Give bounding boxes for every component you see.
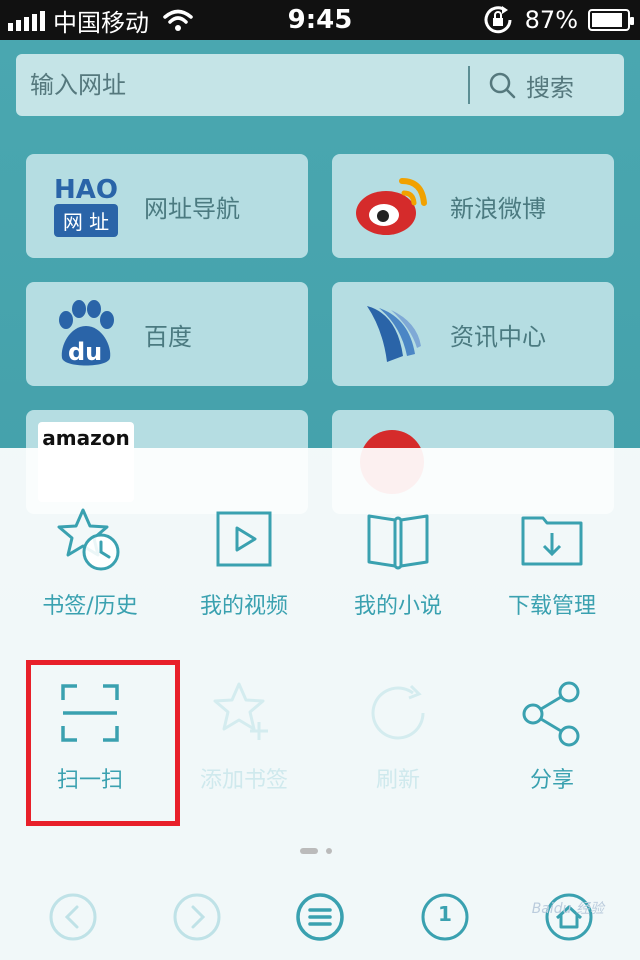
tabs-button[interactable]: 1 <box>420 892 470 942</box>
scan-icon <box>61 684 119 742</box>
video-icon <box>216 511 272 567</box>
menu-item-share[interactable]: 分享 <box>476 666 628 816</box>
refresh-icon <box>371 684 425 740</box>
menu-item-my-novels[interactable]: 我的小说 <box>322 492 474 642</box>
menu-icon[interactable] <box>295 892 345 942</box>
search-icon <box>489 72 516 99</box>
search-label: 搜索 <box>526 73 574 102</box>
rotation-lock-icon <box>484 6 512 34</box>
back-icon[interactable] <box>48 892 98 942</box>
battery-icon <box>588 9 634 31</box>
menu-item-add-bookmark[interactable]: 添加书签 <box>168 666 320 816</box>
tile-label: 新浪微博 <box>450 194 546 223</box>
news-logo-icon <box>344 294 440 374</box>
menu-item-refresh[interactable]: 刷新 <box>322 666 474 816</box>
tile-label: 网址导航 <box>144 194 240 223</box>
book-icon <box>367 514 429 570</box>
menu-item-label: 添加书签 <box>199 768 288 793</box>
bookmark-history-icon <box>57 508 120 571</box>
address-bar: 搜索 <box>16 54 624 116</box>
search-button[interactable]: 搜索 <box>470 54 624 116</box>
menu-item-label: 刷新 <box>375 768 420 793</box>
menu-item-scan[interactable]: 扫一扫 <box>14 666 166 816</box>
share-icon <box>522 681 580 747</box>
tile-label: 百度 <box>144 322 192 351</box>
signal-icon <box>8 9 45 31</box>
menu-item-download-manager[interactable]: 下载管理 <box>476 492 628 642</box>
menu-item-label: 我的视频 <box>199 594 288 619</box>
menu-item-label: 书签/历史 <box>42 594 138 619</box>
weibo-logo-icon <box>344 166 440 246</box>
carrier-name: 中国移动 <box>53 8 149 37</box>
menu-item-label: 扫一扫 <box>56 768 123 793</box>
menu-item-label: 分享 <box>529 768 574 793</box>
amazon-logo-text: amazon <box>42 426 130 450</box>
tile-news[interactable]: 资讯中心 <box>332 282 614 386</box>
hao-logo-sub: 网 址 <box>54 203 118 237</box>
battery-percent: 87% <box>524 6 578 34</box>
hao-logo-icon: HAO 网 址 <box>38 166 134 246</box>
tile-hao[interactable]: HAO 网 址 网址导航 <box>26 154 308 258</box>
forward-icon[interactable] <box>172 892 222 942</box>
add-bookmark-icon <box>213 682 268 740</box>
url-input[interactable] <box>16 54 468 116</box>
baidu-logo-icon: du <box>38 294 134 374</box>
tile-baidu[interactable]: du 百度 <box>26 282 308 386</box>
wifi-icon <box>163 9 193 31</box>
tab-count: 1 <box>438 902 452 926</box>
menu-item-bookmarks-history[interactable]: 书签/历史 <box>14 492 166 642</box>
download-folder-icon <box>521 516 583 566</box>
page-dot-active <box>300 848 318 854</box>
menu-item-label: 下载管理 <box>507 594 596 619</box>
page-dot <box>326 848 332 854</box>
menu-item-label: 我的小说 <box>353 594 442 619</box>
tile-label: 资讯中心 <box>450 322 546 351</box>
hao-logo-text: HAO <box>54 174 118 205</box>
tile-weibo[interactable]: 新浪微博 <box>332 154 614 258</box>
page-indicator <box>300 848 332 854</box>
baidu-logo-text: du <box>68 338 103 366</box>
status-bar: 中国移动 9:45 87% <box>0 0 640 40</box>
menu-item-my-videos[interactable]: 我的视频 <box>168 492 320 642</box>
watermark: Baidu 经验 <box>531 901 604 917</box>
